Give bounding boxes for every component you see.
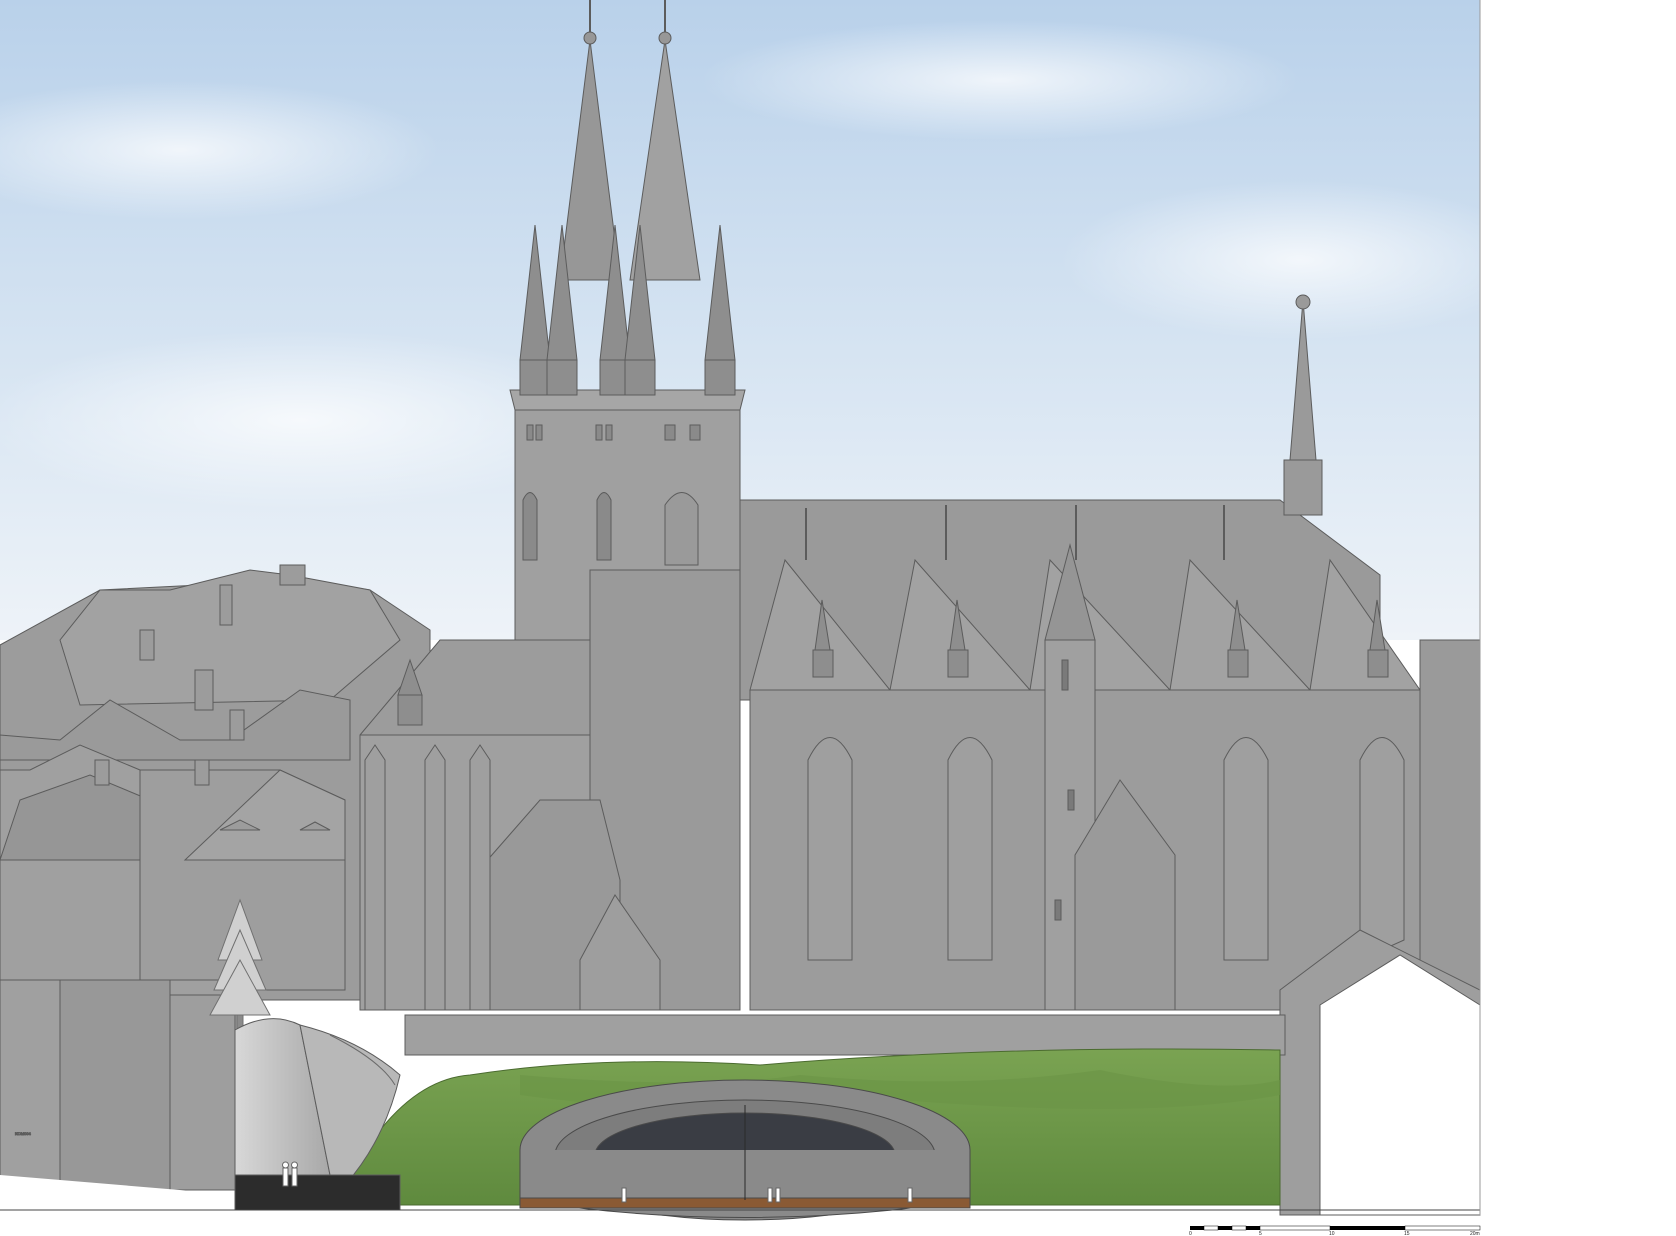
turret-window — [1054, 899, 1062, 921]
scale-label-5: 5 — [1259, 1231, 1262, 1236]
scale-label-20m: 20m — [1470, 1231, 1480, 1236]
section-cut — [1319, 954, 1481, 1216]
gothic-window — [1359, 737, 1405, 961]
elevation-drawing: KOM004 0 5 10 15 20m — [0, 0, 1540, 1236]
turret-window — [1067, 789, 1075, 811]
cloud — [700, 20, 1300, 140]
chimney — [279, 564, 306, 586]
sunken-courtyard — [519, 1079, 971, 1221]
chimney — [139, 629, 155, 661]
chimney — [194, 759, 210, 786]
turret-window — [1061, 659, 1069, 691]
lower-building — [169, 994, 236, 1191]
gothic-window — [947, 737, 993, 961]
entrance-pavilion — [234, 1018, 401, 1211]
chimney — [94, 759, 110, 786]
chimney — [219, 584, 233, 626]
gothic-window — [807, 737, 853, 961]
pavement — [234, 1174, 401, 1211]
lower-building — [59, 979, 171, 1191]
chapel-windows — [364, 744, 491, 1011]
chimney — [229, 709, 245, 741]
scale-label-15: 15 — [1404, 1231, 1410, 1236]
scale-bar: 0 5 10 15 20m — [1189, 1225, 1481, 1236]
gothic-window — [1223, 737, 1269, 961]
scale-label-0: 0 — [1189, 1231, 1192, 1236]
left-facade-mark: KOM004 — [15, 1131, 32, 1136]
scale-label-10: 10 — [1329, 1231, 1335, 1236]
chimney — [194, 669, 214, 711]
cloud — [1060, 180, 1540, 340]
